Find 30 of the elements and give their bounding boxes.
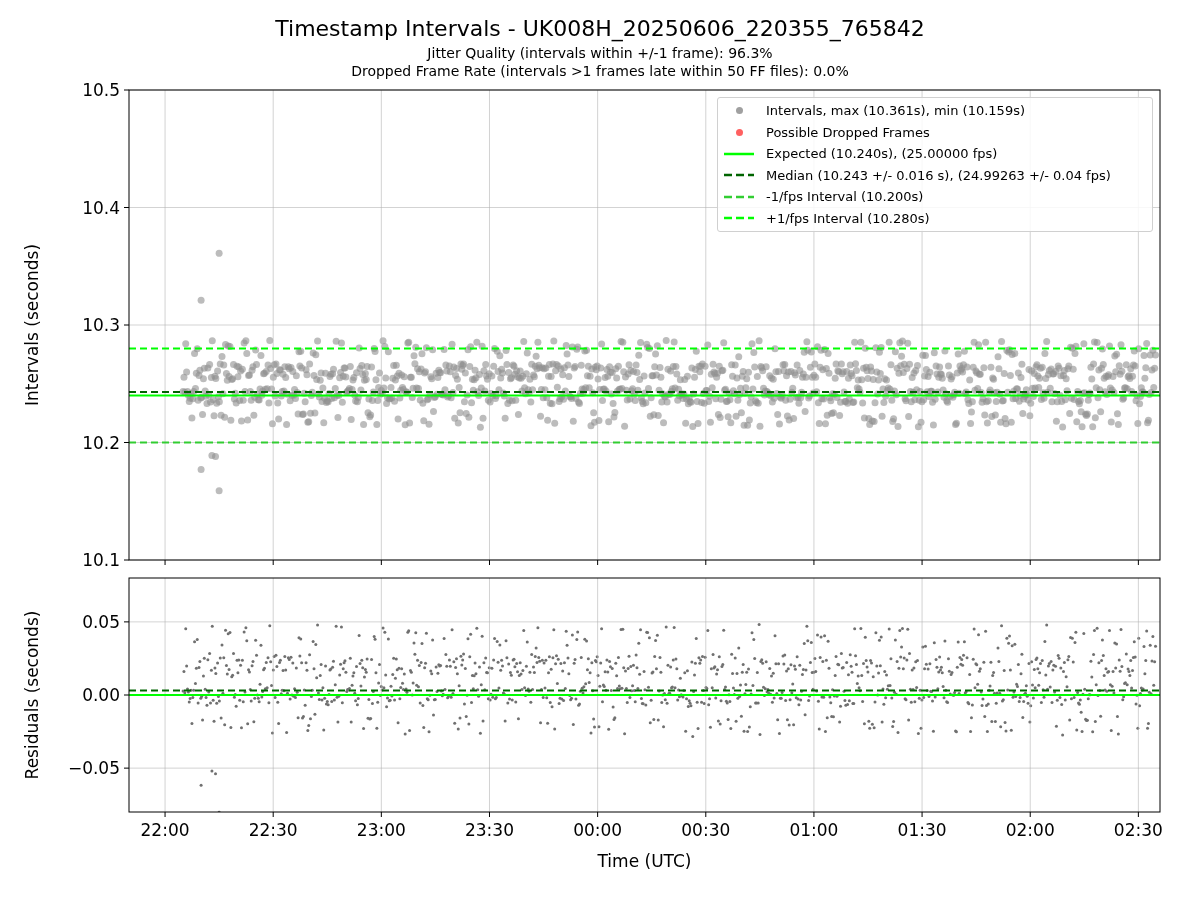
x-tick-label: 23:00 [356,820,406,840]
legend-label: Expected (10.240s), (25.00000 fps) [766,147,998,161]
x-tick-label: 01:30 [897,820,947,840]
x-tick-label: 22:00 [140,820,190,840]
y-tick-label: 10.5 [82,80,120,100]
y-tick-label: 10.3 [82,315,120,335]
chart-subtitle: Dropped Frame Rate (intervals >1 frames late within 50 FF files): 0.0% [351,62,849,80]
y-tick-label: 10.4 [82,197,120,218]
legend-label: -1/fps Interval (10.200s) [766,190,924,204]
x-tick-label: 02:30 [1113,820,1163,840]
y-tick-label: −0.05 [67,758,120,779]
y-axis-label: Intervals (seconds) [22,243,42,407]
x-axis-label: Time (UTC) [597,851,692,871]
x-tick-label: 00:00 [573,820,623,840]
x-tick-label: 00:30 [681,820,731,840]
y-tick-label: 10.2 [82,432,120,453]
chart-title: Timestamp Intervals - UK008H_20250606_220355_765842 [275,15,925,44]
x-tick-label: 01:00 [789,820,839,840]
y-axis-label: Residuals (seconds) [22,610,42,780]
x-tick-label: 22:30 [248,820,298,840]
y-tick-label: 0.00 [82,685,120,705]
legend-label: Possible Dropped Frames [766,125,930,139]
x-tick-label: 23:30 [465,820,514,840]
chart-subtitle: Jitter Quality (intervals within +/-1 frame): 96.3% [427,44,773,62]
legend-label: Intervals, max (10.361s), min (10.159s) [766,104,1025,118]
legend-label: Median (10.243 +/- 0.016 s), (24.99263 +/- 0.04 fps) [766,168,1111,182]
x-tick-label: 02:00 [1005,820,1055,840]
legend-label: +1/fps Interval (10.280s) [766,211,930,225]
y-tick-label: 10.1 [82,550,120,570]
y-tick-label: 0.05 [82,611,120,632]
